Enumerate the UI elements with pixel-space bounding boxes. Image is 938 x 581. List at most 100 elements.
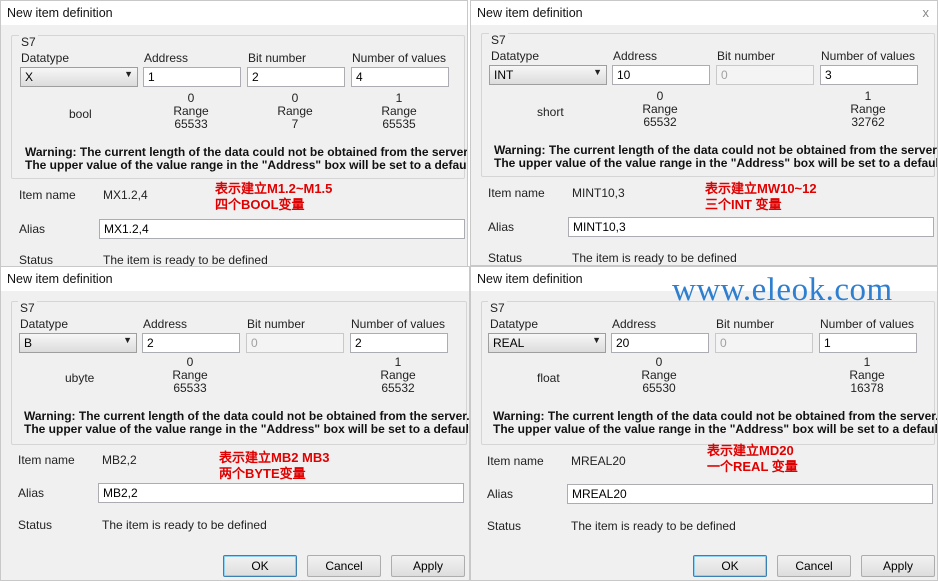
apply-button[interactable]: Apply [861, 555, 935, 577]
chevron-down-icon: ▼ [123, 335, 132, 345]
annotation-line-2: 一个REAL 变量 [707, 459, 798, 474]
range-max: 7 [291, 117, 299, 131]
annotation: 表示建立M1.2~M1.5 四个BOOL变量 [215, 181, 332, 213]
status-label: Status [19, 253, 54, 267]
group-label: S7 [488, 301, 507, 315]
type-name: bool [69, 107, 92, 121]
alias-label: Alias [487, 487, 514, 501]
dialog-b-ubyte: New item definition S7 Datatype Address … [0, 266, 470, 581]
range-max: 16378 [850, 381, 884, 395]
address-input[interactable]: 20 [611, 333, 709, 353]
range-max: 65533 [173, 381, 207, 395]
alias-input[interactable]: MX1.2,4 [99, 219, 465, 239]
window-title: New item definition [477, 272, 583, 286]
cancel-button[interactable]: Cancel [307, 555, 381, 577]
alias-input[interactable]: MREAL20 [567, 484, 933, 504]
bit-number-input[interactable]: 0 [715, 333, 813, 353]
status-label: Status [487, 519, 522, 533]
datatype-value: B [24, 336, 33, 350]
datatype-label: Datatype [21, 51, 70, 65]
alias-input[interactable]: MINT10,3 [568, 217, 934, 237]
number-of-values-label: Number of values [821, 49, 916, 63]
address-input[interactable]: 2 [142, 333, 240, 353]
number-range: 1 Range 65535 [369, 92, 429, 131]
address-input[interactable]: 10 [612, 65, 710, 85]
number-of-values-label: Number of values [352, 51, 447, 65]
number-of-values-label: Number of values [351, 317, 446, 331]
number-of-values-input[interactable]: 1 [819, 333, 917, 353]
title-bar[interactable]: New item definition [1, 1, 467, 25]
close-icon[interactable]: x [923, 5, 930, 20]
address-label: Address [144, 51, 189, 65]
annotation-line-2: 三个INT 变量 [705, 197, 782, 212]
range-max: 65533 [174, 117, 208, 131]
datatype-select[interactable]: INT ▼ [489, 65, 607, 85]
bit-number-input[interactable]: 2 [247, 67, 345, 87]
number-of-values-label: Number of values [820, 317, 915, 331]
alias-input[interactable]: MB2,2 [98, 483, 464, 503]
watermark: www.eleok.com [672, 272, 893, 308]
chevron-down-icon: ▼ [592, 335, 601, 345]
address-range: 0 Range 65533 [160, 356, 220, 395]
number-of-values-input[interactable]: 2 [350, 333, 448, 353]
status-text: The item is ready to be defined [103, 253, 268, 267]
type-name: short [537, 105, 564, 119]
title-bar[interactable]: New item definition [1, 267, 469, 291]
status-text: The item is ready to be defined [572, 251, 737, 265]
datatype-select[interactable]: REAL ▼ [488, 333, 606, 353]
number-range: 1 Range 65532 [368, 356, 428, 395]
item-name-label: Item name [488, 186, 545, 200]
range-max: 65532 [381, 381, 415, 395]
datatype-value: REAL [493, 336, 525, 350]
alias-label: Alias [488, 220, 515, 234]
annotation-line-2: 四个BOOL变量 [215, 197, 305, 212]
range-max: 65535 [382, 117, 416, 131]
item-name-value: MB2,2 [102, 453, 137, 467]
annotation-line-2: 两个BYTE变量 [219, 466, 306, 481]
window-title: New item definition [7, 6, 113, 20]
bit-number-input[interactable]: 0 [716, 65, 814, 85]
number-of-values-input[interactable]: 4 [351, 67, 449, 87]
status-text: The item is ready to be defined [571, 519, 736, 533]
datatype-label: Datatype [491, 49, 540, 63]
address-range: 0 Range 65530 [629, 356, 689, 395]
dialog-real-float: New item definition S7 Datatype Address … [470, 266, 938, 581]
warning-line-2: The upper value of the value range in th… [24, 422, 470, 436]
address-range: 0 Range 65533 [161, 92, 221, 131]
address-label: Address [612, 317, 657, 331]
item-name-label: Item name [18, 453, 75, 467]
item-name-value: MREAL20 [571, 454, 626, 468]
window-title: New item definition [7, 272, 113, 286]
annotation-line-1: 表示建立MD20 [707, 443, 794, 458]
title-bar[interactable]: New item definition x [471, 1, 937, 25]
datatype-label: Datatype [20, 317, 69, 331]
status-text: The item is ready to be defined [102, 518, 267, 532]
bit-number-input[interactable]: 0 [246, 333, 344, 353]
bit-number-label: Bit number [717, 49, 776, 63]
range-max: 32762 [851, 115, 885, 129]
group-label: S7 [18, 301, 37, 315]
status-label: Status [18, 518, 53, 532]
ok-button[interactable]: OK [693, 555, 767, 577]
datatype-value: X [25, 70, 34, 84]
warning-line-2: The upper value of the value range in th… [494, 156, 938, 170]
range-max: 65532 [643, 115, 677, 129]
number-of-values-input[interactable]: 3 [820, 65, 918, 85]
ok-button[interactable]: OK [223, 555, 297, 577]
status-label: Status [488, 251, 523, 265]
address-input[interactable]: 1 [143, 67, 241, 87]
cancel-button[interactable]: Cancel [777, 555, 851, 577]
warning-line-2: The upper value of the value range in th… [25, 158, 468, 172]
datatype-select[interactable]: X ▼ [20, 67, 138, 87]
annotation-line-1: 表示建立MW10~12 [705, 181, 817, 196]
apply-button[interactable]: Apply [391, 555, 465, 577]
number-range: 1 Range 16378 [837, 356, 897, 395]
bit-number-label: Bit number [247, 317, 306, 331]
annotation-line-1: 表示建立MB2 MB3 [219, 450, 330, 465]
chevron-down-icon: ▼ [593, 67, 602, 77]
annotation: 表示建立MD20 一个REAL 变量 [707, 443, 798, 475]
datatype-select[interactable]: B ▼ [19, 333, 137, 353]
datatype-label: Datatype [490, 317, 539, 331]
group-label: S7 [19, 35, 38, 49]
annotation: 表示建立MB2 MB3 两个BYTE变量 [219, 450, 330, 482]
